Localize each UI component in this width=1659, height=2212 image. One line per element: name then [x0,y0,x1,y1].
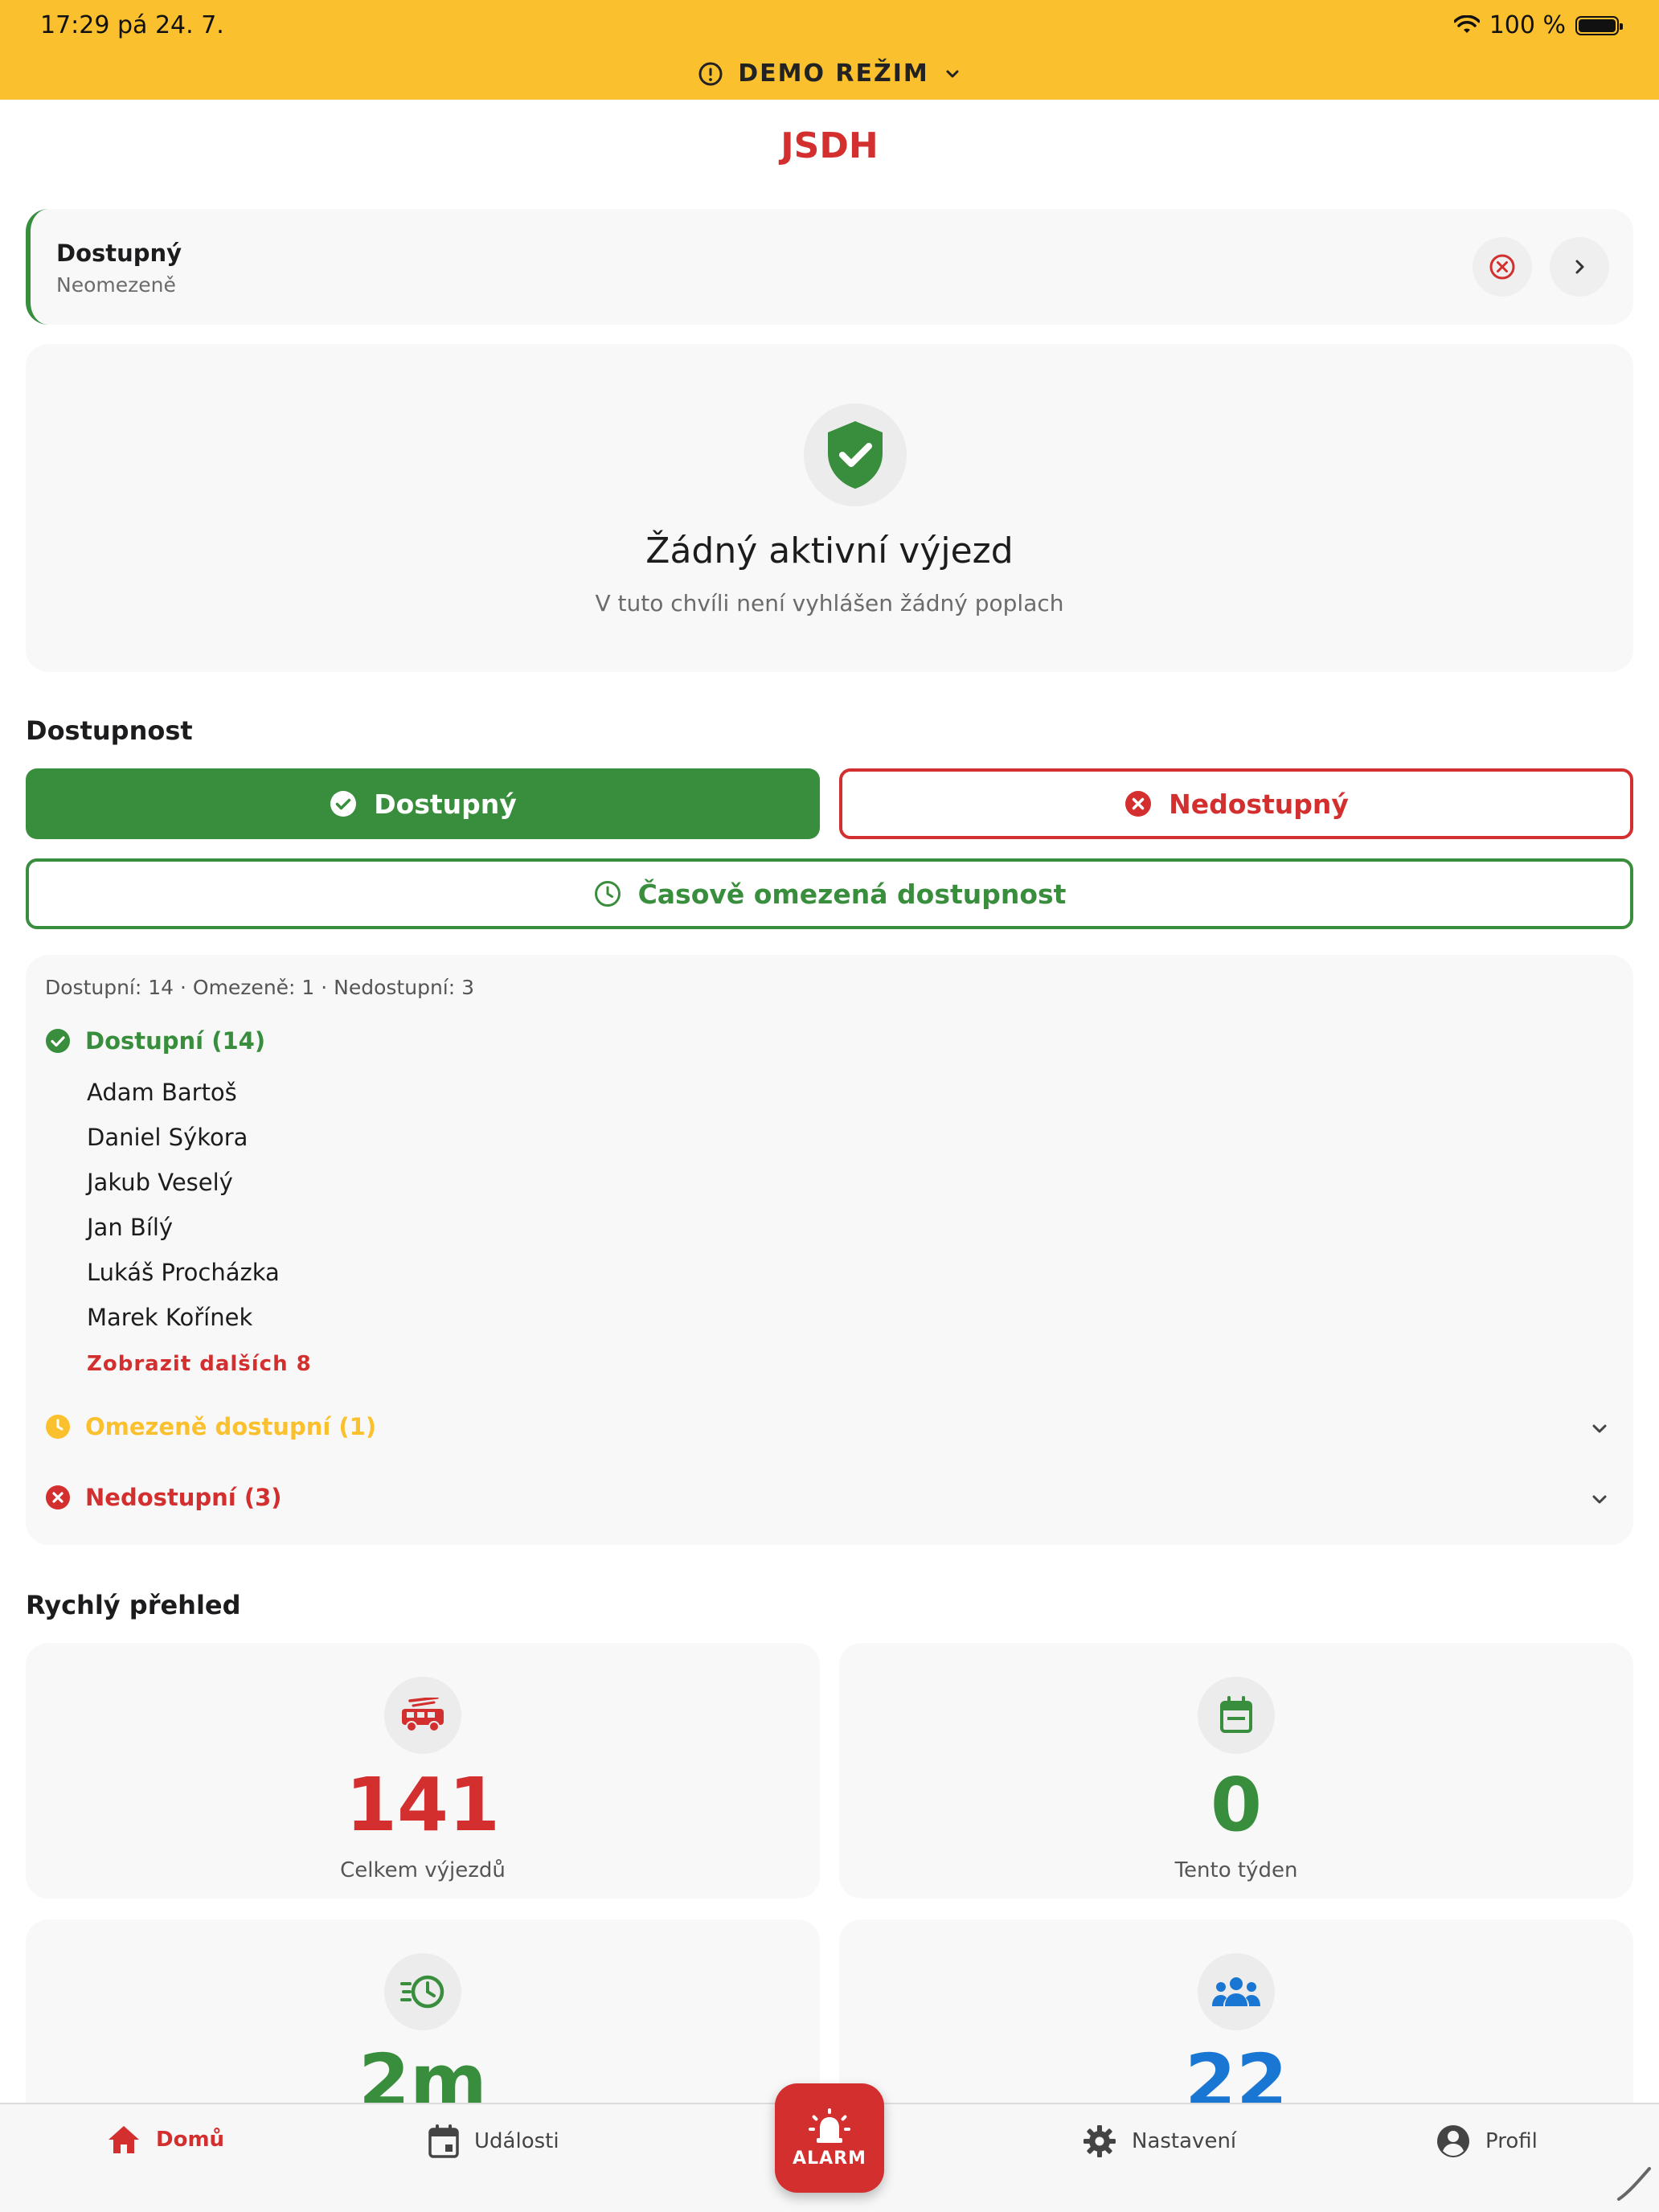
unavailable-group-header[interactable]: Nedostupní (3) [45,1484,282,1511]
group-icon [1198,1953,1275,2030]
overview-heading: Rychlý přehled [26,1590,241,1620]
alert-circle-icon [698,62,723,85]
member-item[interactable]: Lukáš Procházka [87,1259,280,1286]
cancel-circle-icon [46,1485,70,1509]
cancel-circle-icon [1125,791,1152,817]
page-title: JSDH [780,125,879,166]
siren-icon [809,2108,850,2143]
member-item[interactable]: Daniel Sýkora [87,1124,248,1151]
calendar-icon [428,2124,459,2158]
active-incident-card: Žádný aktivní výjezd V tuto chvíli není … [26,344,1633,672]
gear-icon [1083,2125,1116,2157]
alarm-label: ALARM [793,2148,866,2169]
nav-profile[interactable]: Profil [1436,2124,1538,2159]
nav-events[interactable]: Události [428,2124,559,2159]
chevron-down-icon [946,70,959,77]
stat-card-total[interactable]: 141 Celkem výjezdů [26,1643,820,1899]
status-bar: 17:29 pá 24. 7. 100 % DEMO REŽIM [0,0,1659,100]
nav-settings[interactable]: Nastavení [1082,2124,1236,2159]
available-group-header[interactable]: Dostupní (14) [45,1027,265,1055]
chevron-down-icon[interactable] [1588,1418,1611,1440]
close-circle-icon [1489,254,1515,280]
members-availability-card: Dostupní: 14 · Omezeně: 1 · Nedostupní: … [26,955,1633,1545]
clock-icon [594,881,621,907]
demo-mode-toggle[interactable]: DEMO REŽIM [0,59,1659,88]
demo-mode-label: DEMO REŽIM [738,59,929,88]
home-icon [109,2126,139,2153]
show-more-link[interactable]: Zobrazit dalších 8 [87,1352,312,1376]
current-status-subtitle: Neomezeně [56,273,176,297]
set-available-label: Dostupný [374,788,517,820]
nav-home[interactable]: Domů [106,2124,224,2156]
current-status-title: Dostupný [56,240,182,267]
stat-label: Tento týden [1174,1858,1298,1882]
member-item[interactable]: Jan Bílý [87,1214,173,1241]
battery-percent: 100 % [1489,11,1566,39]
limited-group-label: Omezeně dostupní (1) [85,1413,377,1440]
set-unavailable-button[interactable]: Nedostupný [839,768,1633,839]
battery-icon [1575,15,1623,35]
member-item[interactable]: Jakub Veselý [87,1169,233,1196]
chevron-right-icon [1575,260,1584,274]
nav-settings-label: Nastavení [1132,2129,1237,2153]
timed-availability-button[interactable]: Časově omezená dostupnost [26,858,1633,929]
pencil-indicator-icon [1617,2167,1651,2201]
stat-value: 0 [1210,1762,1262,1848]
availability-summary: Dostupní: 14 · Omezeně: 1 · Nedostupní: … [45,976,475,999]
active-incident-title: Žádný aktivní výjezd [645,530,1014,571]
clear-status-button[interactable] [1473,237,1532,297]
stat-label: Celkem výjezdů [340,1858,506,1882]
available-group-label: Dostupní (14) [85,1027,266,1055]
account-circle-icon [1437,2125,1469,2157]
limited-group-header[interactable]: Omezeně dostupní (1) [45,1413,376,1440]
current-status-card[interactable]: Dostupný Neomezeně [26,209,1633,325]
availability-heading: Dostupnost [26,715,193,746]
nav-events-label: Události [474,2129,559,2153]
member-item[interactable]: Adam Bartoš [87,1079,237,1106]
alarm-button[interactable]: ALARM [775,2083,884,2193]
fire-truck-icon [384,1677,461,1754]
member-item[interactable]: Marek Kořínek [87,1304,252,1331]
nav-profile-label: Profil [1485,2129,1538,2153]
fast-clock-icon [384,1953,461,2030]
shield-check-icon [804,403,907,506]
chevron-down-icon[interactable] [1588,1489,1611,1511]
calendar-icon [1198,1677,1275,1754]
active-incident-subtitle: V tuto chvíli není vyhlášen žádný poplac… [595,590,1064,616]
status-right: 100 % [1453,11,1623,39]
stat-card-week[interactable]: 0 Tento týden [839,1643,1633,1899]
timer-circle-icon [46,1415,70,1439]
set-available-button[interactable]: Dostupný [26,768,820,839]
unavailable-group-label: Nedostupní (3) [85,1484,282,1511]
set-unavailable-label: Nedostupný [1169,788,1349,820]
wifi-icon [1453,14,1480,33]
stat-value: 141 [345,1762,501,1848]
status-time: 17:29 pá 24. 7. [40,11,224,39]
timed-availability-label: Časově omezená dostupnost [637,878,1067,910]
check-circle-icon [46,1029,70,1053]
nav-home-label: Domů [156,2128,225,2152]
status-detail-button[interactable] [1550,237,1609,297]
check-circle-icon [330,791,357,817]
